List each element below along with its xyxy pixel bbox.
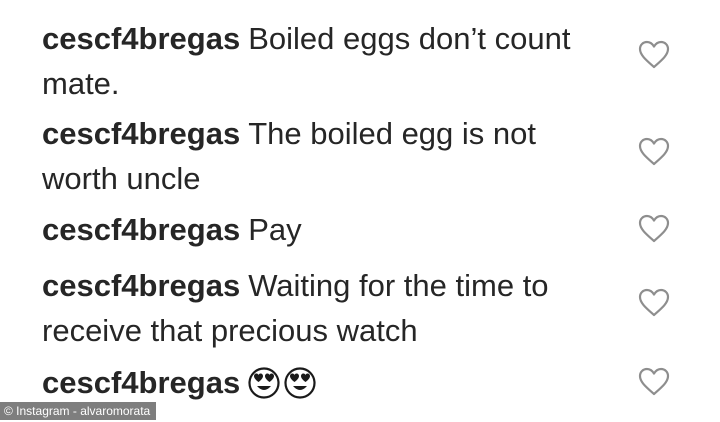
- heart-eyes-emoji-icon: [284, 366, 316, 411]
- comment-username[interactable]: cescf4bregas: [42, 21, 240, 56]
- comment-username[interactable]: cescf4bregas: [42, 116, 240, 151]
- comment-item: cescf4bregas The boiled egg is not worth …: [42, 111, 642, 201]
- comment-body: cescf4bregas Pay: [42, 207, 612, 252]
- comment-text: Pay: [248, 212, 302, 247]
- like-heart-icon[interactable]: [638, 367, 670, 397]
- comment-item: cescf4bregas Pay: [42, 207, 642, 252]
- comment-item: cescf4bregas Waiting for the time to rece…: [42, 263, 642, 353]
- comment-item: cescf4bregas Boiled eggs don’t count mate…: [42, 16, 642, 106]
- like-heart-icon[interactable]: [638, 214, 670, 244]
- comment-list: cescf4bregas Boiled eggs don’t count mate…: [0, 0, 720, 422]
- comment-body: cescf4bregas Waiting for the time to rece…: [42, 263, 612, 353]
- comment-username[interactable]: cescf4bregas: [42, 365, 240, 400]
- like-heart-icon[interactable]: [638, 40, 670, 70]
- like-heart-icon[interactable]: [638, 137, 670, 167]
- comment-body: cescf4bregas The boiled egg is not worth …: [42, 111, 612, 201]
- comment-body: cescf4bregas Boiled eggs don’t count mate…: [42, 16, 612, 106]
- comment-username[interactable]: cescf4bregas: [42, 212, 240, 247]
- like-heart-icon[interactable]: [638, 288, 670, 318]
- comment-username[interactable]: cescf4bregas: [42, 268, 240, 303]
- copyright-watermark: © Instagram - alvaromorata: [0, 402, 157, 420]
- heart-eyes-emoji-icon: [248, 366, 280, 411]
